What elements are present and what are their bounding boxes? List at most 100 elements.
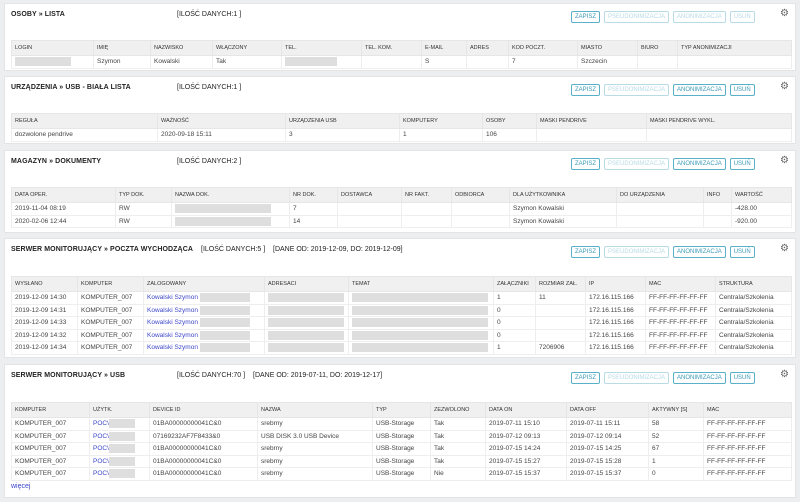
column-header[interactable]: ZAŁĄCZNIKI xyxy=(493,276,536,292)
column-header[interactable]: INFO xyxy=(703,187,732,203)
column-header[interactable]: IP xyxy=(585,276,646,292)
column-header[interactable]: WYSŁANO xyxy=(11,276,78,292)
column-header[interactable]: NAZWISKO xyxy=(150,40,213,56)
column-header[interactable]: URZĄDZENIA USB xyxy=(285,113,400,129)
column-header[interactable]: STRUKTURA xyxy=(715,276,792,292)
anonymize-button[interactable]: ANONIMIZACJA xyxy=(673,372,726,384)
column-header[interactable]: TYP DOK. xyxy=(115,187,172,203)
computer-link[interactable]: KOMPUTER_007 xyxy=(77,291,144,305)
table-row[interactable]: KOMPUTER_007 POC\ 01BA00000000041C&0 sre… xyxy=(11,467,792,481)
user-link[interactable]: Kowalski Szymon xyxy=(147,332,198,339)
table-row[interactable]: dozwolone pendrive 2020-09-18 15:11 3 1 … xyxy=(11,128,792,142)
column-header[interactable]: AKTYWNY [S] xyxy=(648,402,704,418)
column-header[interactable]: WAŻNOŚĆ xyxy=(157,113,286,129)
delete-button[interactable]: USUŃ xyxy=(729,158,755,170)
column-header[interactable]: BIURO xyxy=(637,40,678,56)
user-link[interactable]: POC\ xyxy=(93,470,109,477)
column-header[interactable]: DATA OFF xyxy=(566,402,649,418)
user-link[interactable]: POC\ xyxy=(93,458,109,465)
column-header[interactable]: ZALOGOWANY xyxy=(143,276,265,292)
column-header[interactable]: NAZWA xyxy=(257,402,373,418)
table-row[interactable]: Szymon Kowalski Tak S 7 Szczecin xyxy=(11,55,792,69)
user-link[interactable]: Kowalski Szymon xyxy=(147,307,198,314)
pseudonymize-button[interactable]: PSEUDONIMIZACJA xyxy=(604,246,670,258)
column-header[interactable]: ADRES xyxy=(466,40,509,56)
computer-link[interactable]: KOMPUTER_007 xyxy=(11,467,90,481)
user-link[interactable]: POC\ xyxy=(93,445,109,452)
save-button[interactable]: ZAPISZ xyxy=(571,372,601,384)
user-link[interactable]: POC\ xyxy=(93,420,109,427)
column-header[interactable]: OSOBY xyxy=(482,113,537,129)
table-row[interactable]: KOMPUTER_007 POC\ 01BA00000000041C&0 sre… xyxy=(11,454,792,468)
column-header[interactable]: WŁĄCZONY xyxy=(212,40,282,56)
table-row[interactable]: 2019-12-09 14:31 KOMPUTER_007 Kowalski S… xyxy=(11,303,792,317)
column-header[interactable]: TEL. KOM. xyxy=(361,40,422,56)
table-row[interactable]: 2019-12-09 14:32 KOMPUTER_007 Kowalski S… xyxy=(11,328,792,342)
gear-icon[interactable]: ⚙ xyxy=(780,9,789,19)
gear-icon[interactable]: ⚙ xyxy=(780,370,789,380)
save-button[interactable]: ZAPISZ xyxy=(571,158,601,170)
column-header[interactable]: NR FAKT. xyxy=(401,187,452,203)
column-header[interactable]: MAC xyxy=(703,402,792,418)
user-link[interactable]: Szymon Kowalski xyxy=(509,214,617,228)
computer-link[interactable]: KOMPUTER_007 xyxy=(77,303,144,317)
save-button[interactable]: ZAPISZ xyxy=(571,84,601,96)
table-row[interactable]: 2020-02-06 12:44 RW 14 Szymon Kowalski -… xyxy=(11,214,792,228)
persons-link[interactable]: 106 xyxy=(482,128,537,142)
anonymize-button[interactable]: ANONIMIZACJA xyxy=(673,246,726,258)
column-header[interactable]: KOMPUTER xyxy=(77,276,144,292)
user-link[interactable]: Kowalski Szymon xyxy=(147,319,198,326)
column-header[interactable]: TEMAT xyxy=(348,276,494,292)
column-header[interactable]: DATA ON xyxy=(485,402,567,418)
delete-button[interactable]: USUŃ xyxy=(729,84,755,96)
column-header[interactable]: ODBIORCA xyxy=(451,187,510,203)
column-header[interactable]: TEL. xyxy=(281,40,362,56)
column-header[interactable]: LOGIN xyxy=(11,40,94,56)
user-link[interactable]: Szymon Kowalski xyxy=(509,202,617,216)
column-header[interactable]: TYP ANONIMIZACJI xyxy=(677,40,792,56)
pseudonymize-button[interactable]: PSEUDONIMIZACJA xyxy=(604,158,670,170)
table-row[interactable]: 2019-12-09 14:30 KOMPUTER_007 Kowalski S… xyxy=(11,291,792,305)
column-header[interactable]: DLA UŻYTKOWNIKA xyxy=(509,187,617,203)
column-header[interactable]: MIASTO xyxy=(577,40,638,56)
column-header[interactable]: MASKI PENDRIVE xyxy=(536,113,647,129)
column-header[interactable]: E-MAIL xyxy=(421,40,467,56)
gear-icon[interactable]: ⚙ xyxy=(780,244,789,254)
user-link[interactable]: Kowalski Szymon xyxy=(147,294,198,301)
column-header[interactable]: IMIĘ xyxy=(93,40,151,56)
computer-link[interactable]: KOMPUTER_007 xyxy=(11,454,90,468)
delete-button[interactable]: USUŃ xyxy=(729,246,755,258)
computer-link[interactable]: KOMPUTER_007 xyxy=(77,316,144,330)
table-row[interactable]: KOMPUTER_007 POC\ 01BA00000000041C&0 sre… xyxy=(11,442,792,456)
user-link[interactable]: POC\ xyxy=(93,433,109,440)
column-header[interactable]: KOMPUTER xyxy=(11,402,90,418)
computer-link[interactable]: KOMPUTER_007 xyxy=(11,442,90,456)
gear-icon[interactable]: ⚙ xyxy=(780,156,789,166)
pseudonymize-button[interactable]: PSEUDONIMIZACJA xyxy=(604,84,670,96)
column-header[interactable]: TYP xyxy=(372,402,431,418)
save-button[interactable]: ZAPISZ xyxy=(571,11,601,23)
delete-button[interactable]: USUŃ xyxy=(729,11,755,23)
column-header[interactable]: REGUŁA xyxy=(11,113,158,129)
column-header[interactable]: MASKI PENDRIVE WYKL. xyxy=(646,113,792,129)
gear-icon[interactable]: ⚙ xyxy=(780,82,789,92)
column-header[interactable]: KOMPUTERY xyxy=(399,113,483,129)
table-row[interactable]: KOMPUTER_007 POC\ 01BA00000000041C&0 sre… xyxy=(11,417,792,431)
column-header[interactable]: DEVICE ID xyxy=(149,402,258,418)
anonymize-button[interactable]: ANONIMIZACJA xyxy=(673,84,726,96)
column-header[interactable]: NAZWA DOK. xyxy=(171,187,290,203)
column-header[interactable]: DOSTAWCA xyxy=(337,187,402,203)
column-header[interactable]: ADRESACI xyxy=(264,276,349,292)
table-row[interactable]: 2019-11-04 08:19 RW 7 Szymon Kowalski -4… xyxy=(11,202,792,216)
column-header[interactable]: ZEZWOLONO xyxy=(430,402,486,418)
computer-link[interactable]: KOMPUTER_007 xyxy=(77,341,144,355)
delete-button[interactable]: USUŃ xyxy=(729,372,755,384)
anonymize-button[interactable]: ANONIMIZACJA xyxy=(673,158,726,170)
pseudonymize-button[interactable]: PSEUDONIMIZACJA xyxy=(604,11,670,23)
column-header[interactable]: MAC xyxy=(645,276,716,292)
column-header[interactable]: DO URZĄDZENIA xyxy=(616,187,704,203)
pseudonymize-button[interactable]: PSEUDONIMIZACJA xyxy=(604,372,670,384)
user-link[interactable]: Kowalski Szymon xyxy=(147,344,198,351)
save-button[interactable]: ZAPISZ xyxy=(571,246,601,258)
column-header[interactable]: KOD POCZT. xyxy=(508,40,578,56)
